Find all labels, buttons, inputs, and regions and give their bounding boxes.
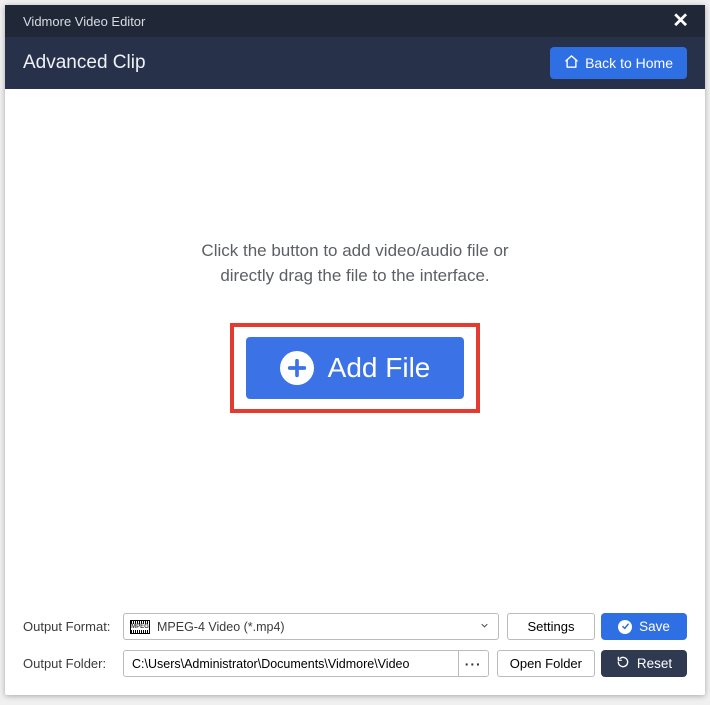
save-label: Save	[639, 619, 670, 634]
home-icon	[564, 54, 579, 72]
mpeg-icon: MPEG	[130, 620, 150, 634]
plus-icon	[280, 351, 314, 385]
hint-line-2: directly drag the file to the interface.	[201, 264, 508, 289]
output-format-label: Output Format:	[23, 619, 115, 634]
output-format-row: Output Format: MPEG MPEG-4 Video (*.mp4)…	[23, 613, 595, 640]
check-icon	[618, 620, 632, 634]
output-folder-row: Output Folder: ··· Open Folder	[23, 650, 595, 677]
hint-line-1: Click the button to add video/audio file…	[201, 239, 508, 264]
reset-icon	[616, 655, 630, 672]
output-folder-field-wrap: ···	[123, 650, 489, 677]
app-window: Vidmore Video Editor ✕ Advanced Clip Bac…	[5, 5, 705, 695]
reset-label: Reset	[637, 656, 672, 671]
main-area[interactable]: Click the button to add video/audio file…	[5, 89, 705, 603]
save-button[interactable]: Save	[601, 613, 687, 640]
output-folder-input[interactable]	[124, 651, 458, 676]
output-format-value: MPEG-4 Video (*.mp4)	[157, 620, 285, 634]
highlight-annotation: Add File	[230, 323, 481, 413]
close-icon[interactable]: ✕	[668, 11, 693, 31]
page-title: Advanced Clip	[23, 52, 146, 74]
add-file-label: Add File	[328, 352, 431, 384]
settings-button[interactable]: Settings	[507, 613, 595, 640]
footer: Output Format: MPEG MPEG-4 Video (*.mp4)…	[5, 603, 705, 695]
chevron-down-icon	[479, 620, 490, 634]
output-format-select[interactable]: MPEG MPEG-4 Video (*.mp4)	[123, 613, 499, 640]
open-folder-button[interactable]: Open Folder	[497, 650, 595, 677]
reset-button[interactable]: Reset	[601, 650, 687, 677]
back-to-home-button[interactable]: Back to Home	[550, 47, 687, 79]
hint-text: Click the button to add video/audio file…	[201, 239, 508, 288]
back-to-home-label: Back to Home	[585, 55, 673, 71]
action-column: Save Reset	[601, 613, 687, 677]
app-title: Vidmore Video Editor	[23, 14, 145, 29]
titlebar: Vidmore Video Editor ✕	[5, 5, 705, 37]
add-file-button[interactable]: Add File	[246, 337, 465, 399]
browse-button[interactable]: ···	[458, 651, 488, 676]
output-folder-label: Output Folder:	[23, 656, 115, 671]
toolbar: Advanced Clip Back to Home	[5, 37, 705, 89]
